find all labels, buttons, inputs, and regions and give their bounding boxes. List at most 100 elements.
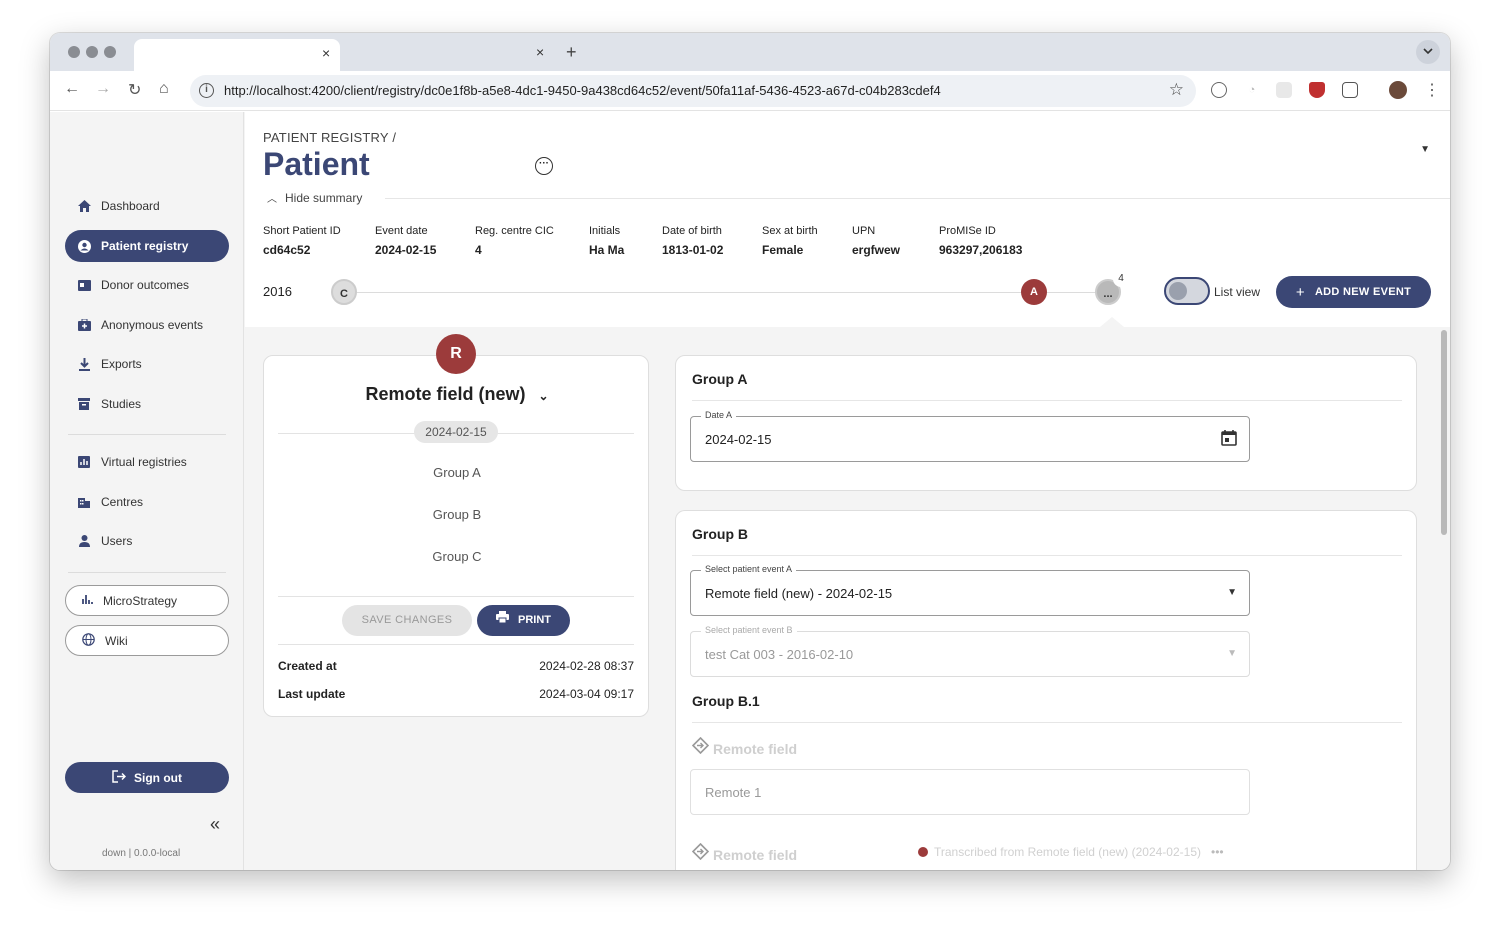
chevron-down-icon: ⌄: [538, 389, 549, 403]
new-tab-button[interactable]: +: [566, 42, 577, 63]
summary-label: Reg. centre CIC: [475, 225, 554, 237]
sidebar-item-label: Studies: [101, 397, 142, 411]
timeline-event-a[interactable]: A: [1021, 279, 1047, 305]
summary-short-patient-id: Short Patient ID cd64c52: [263, 225, 341, 257]
print-button[interactable]: PRINT: [477, 605, 570, 636]
forward-icon[interactable]: →: [95, 80, 111, 98]
calendar-icon[interactable]: [1221, 430, 1237, 449]
content-scrollbar[interactable]: [1441, 330, 1447, 535]
sidebar-item-donor-outcomes[interactable]: Donor outcomes: [65, 269, 229, 301]
tab-active[interactable]: ×: [134, 39, 340, 71]
remote-field-label: Remote field: [691, 736, 797, 757]
group-link-b[interactable]: Group B: [264, 507, 650, 522]
group-link-a[interactable]: Group A: [264, 465, 650, 480]
hide-summary-toggle[interactable]: ︿ Hide summary: [267, 190, 362, 205]
group-divider: [692, 400, 1402, 401]
bookmark-star-icon[interactable]: ☆: [1169, 80, 1184, 100]
save-changes-button[interactable]: SAVE CHANGES: [342, 605, 472, 636]
select-patient-event-b: Select patient event B test Cat 003 - 20…: [690, 625, 1250, 677]
collapse-sidebar-icon[interactable]: «: [210, 814, 220, 835]
url-text[interactable]: http://localhost:4200/client/registry/dc…: [224, 83, 941, 98]
sidebar-item-patient-registry[interactable]: Patient registry: [65, 230, 229, 262]
sidebar-item-centres[interactable]: Centres: [65, 486, 229, 518]
summary-label: Sex at birth: [762, 225, 818, 237]
summary-label: Event date: [375, 225, 428, 237]
summary-value: 1813-01-02: [662, 243, 724, 257]
sign-out-label: Sign out: [134, 770, 182, 785]
remote-field-label-text: Remote field: [713, 847, 798, 863]
print-label: PRINT: [518, 614, 552, 626]
summary-label: Short Patient ID: [263, 225, 341, 237]
event-date-chip: 2024-02-15: [414, 421, 498, 443]
group-link-c[interactable]: Group C: [264, 549, 650, 564]
toggle-knob: [1169, 282, 1187, 300]
sidebar-item-virtual-registries[interactable]: Virtual registries: [65, 446, 229, 478]
sidebar-item-users[interactable]: Users: [65, 525, 229, 557]
add-new-event-button[interactable]: + ADD NEW EVENT: [1276, 276, 1431, 308]
header-dropdown-icon[interactable]: ▼: [1420, 144, 1430, 155]
browser-menu-icon[interactable]: ⋮: [1424, 80, 1440, 100]
list-view-toggle[interactable]: [1164, 277, 1210, 305]
summary-value: cd64c52: [263, 243, 311, 257]
summary-date-of-birth: Date of birth 1813-01-02: [662, 225, 723, 257]
created-at-label: Created at: [278, 659, 337, 673]
event-form-selector[interactable]: Remote field (new) ⌄: [264, 384, 650, 405]
logout-icon: [112, 769, 127, 786]
extensions-puzzle-icon[interactable]: [1342, 82, 1358, 98]
extension-password-icon[interactable]: [1211, 82, 1227, 98]
summary-initials: Initials Ha Ma: [589, 225, 624, 257]
home-icon[interactable]: ⌂: [159, 80, 169, 98]
sidebar-item-exports[interactable]: Exports: [65, 348, 229, 380]
sidebar-item-label: Virtual registries: [101, 455, 187, 469]
remote-field-value: Remote 1: [705, 785, 762, 800]
group-b-card: Group B Select patient event A Remote fi…: [675, 510, 1417, 870]
event-color-dot: [918, 847, 928, 857]
summary-value: Ha Ma: [589, 243, 625, 257]
download-icon: [77, 357, 91, 371]
minimize-window-button[interactable]: [86, 46, 98, 58]
sidebar-item-anonymous-events[interactable]: Anonymous events: [65, 309, 229, 341]
remote-link-icon: [691, 736, 710, 757]
group-divider: [692, 555, 1402, 556]
chevron-down-icon: [1423, 48, 1433, 55]
tab-close-icon[interactable]: ×: [536, 44, 544, 60]
extension-shield-icon[interactable]: [1309, 82, 1325, 98]
address-bar[interactable]: i http://localhost:4200/client/registry/…: [190, 75, 1196, 107]
maximize-window-button[interactable]: [104, 46, 116, 58]
breadcrumb[interactable]: PATIENT REGISTRY /: [263, 130, 396, 145]
tab-search-button[interactable]: [1416, 40, 1440, 64]
close-window-button[interactable]: [68, 46, 80, 58]
sidebar-item-dashboard[interactable]: Dashboard: [65, 190, 229, 222]
summary-reg-centre: Reg. centre CIC 4: [475, 225, 554, 257]
card-divider: [278, 596, 634, 597]
list-view-label: List view: [1214, 285, 1261, 299]
tab-close-icon[interactable]: ×: [322, 45, 330, 61]
extension-document-icon[interactable]: [1276, 82, 1292, 98]
sidebar-divider: [68, 434, 226, 435]
timeline-pointer: [1100, 317, 1124, 327]
event-card: Remote field (new) ⌄ 2024-02-15 Group A …: [263, 355, 649, 717]
reload-icon[interactable]: ↻: [128, 80, 141, 100]
sidebar-item-studies[interactable]: Studies: [65, 388, 229, 420]
profile-avatar[interactable]: [1389, 81, 1407, 99]
select-event-b-value: test Cat 003 - 2016-02-10: [705, 647, 854, 662]
date-a-field[interactable]: Date A 2024-02-15: [690, 410, 1250, 462]
wiki-link[interactable]: Wiki: [65, 625, 229, 656]
back-icon[interactable]: ←: [64, 80, 80, 98]
header-divider: [385, 198, 1450, 199]
select-patient-event-a[interactable]: Select patient event A Remote field (new…: [690, 564, 1250, 616]
sign-out-button[interactable]: Sign out: [65, 762, 229, 793]
dropdown-arrow-icon: ▼: [1227, 587, 1237, 598]
extension-timer-icon[interactable]: ◔: [1244, 82, 1260, 98]
sidebar-item-label: Patient registry: [101, 239, 189, 253]
chart-box-icon: [77, 455, 91, 469]
more-options-icon[interactable]: ···: [535, 157, 553, 175]
site-info-icon[interactable]: i: [199, 83, 214, 98]
timeline-event-c[interactable]: C: [331, 279, 357, 305]
more-icon[interactable]: •••: [1211, 845, 1224, 859]
microstrategy-link[interactable]: MicroStrategy: [65, 585, 229, 616]
event-avatar: R: [436, 334, 476, 374]
group-divider: [692, 722, 1402, 723]
home-icon: [77, 199, 91, 213]
sidebar-item-label: Anonymous events: [101, 318, 204, 332]
